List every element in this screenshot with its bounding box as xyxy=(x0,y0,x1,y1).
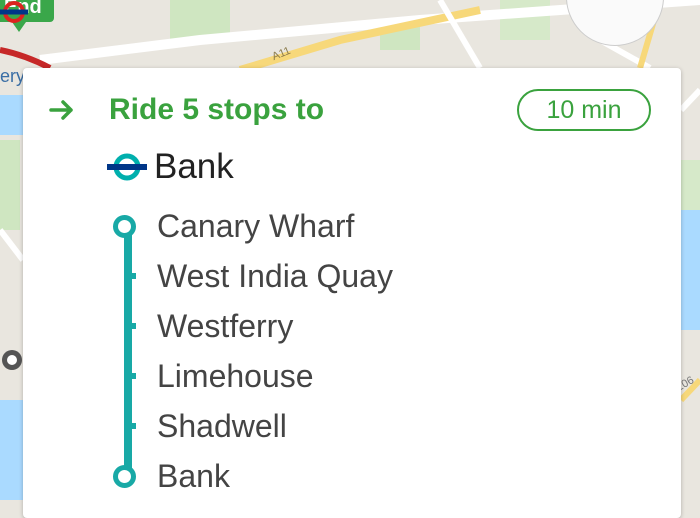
stop-name: Westferry xyxy=(157,307,294,344)
line-track xyxy=(124,226,132,474)
transit-step-card[interactable]: Ride 5 stops to 10 min Bank Canary Wharf… xyxy=(23,68,681,518)
stop-name: Bank xyxy=(157,457,230,494)
destination-name: Bank xyxy=(154,147,234,186)
dlr-roundel-icon xyxy=(107,153,147,181)
stop-name: Shadwell xyxy=(157,407,287,444)
stop-name: Limehouse xyxy=(157,357,314,394)
ride-header: Ride 5 stops to xyxy=(49,88,324,132)
intermediate-stop-marker xyxy=(124,323,136,329)
destination-row: Bank xyxy=(107,144,234,190)
intermediate-stop-marker xyxy=(124,373,136,379)
arrow-right-icon xyxy=(49,100,73,120)
intermediate-stop-marker xyxy=(124,273,136,279)
map-place-label: ery xyxy=(0,66,26,86)
ride-title: Ride 5 stops to xyxy=(109,93,325,126)
terminal-stop-marker xyxy=(113,464,136,488)
terminal-stop-marker xyxy=(113,214,136,238)
intermediate-stop-marker xyxy=(124,423,136,429)
stop-name: Canary Wharf xyxy=(157,207,355,244)
duration-badge: 10 min xyxy=(517,89,651,131)
tube-station-icon[interactable] xyxy=(0,0,28,24)
stop-name: West India Quay xyxy=(157,257,393,294)
